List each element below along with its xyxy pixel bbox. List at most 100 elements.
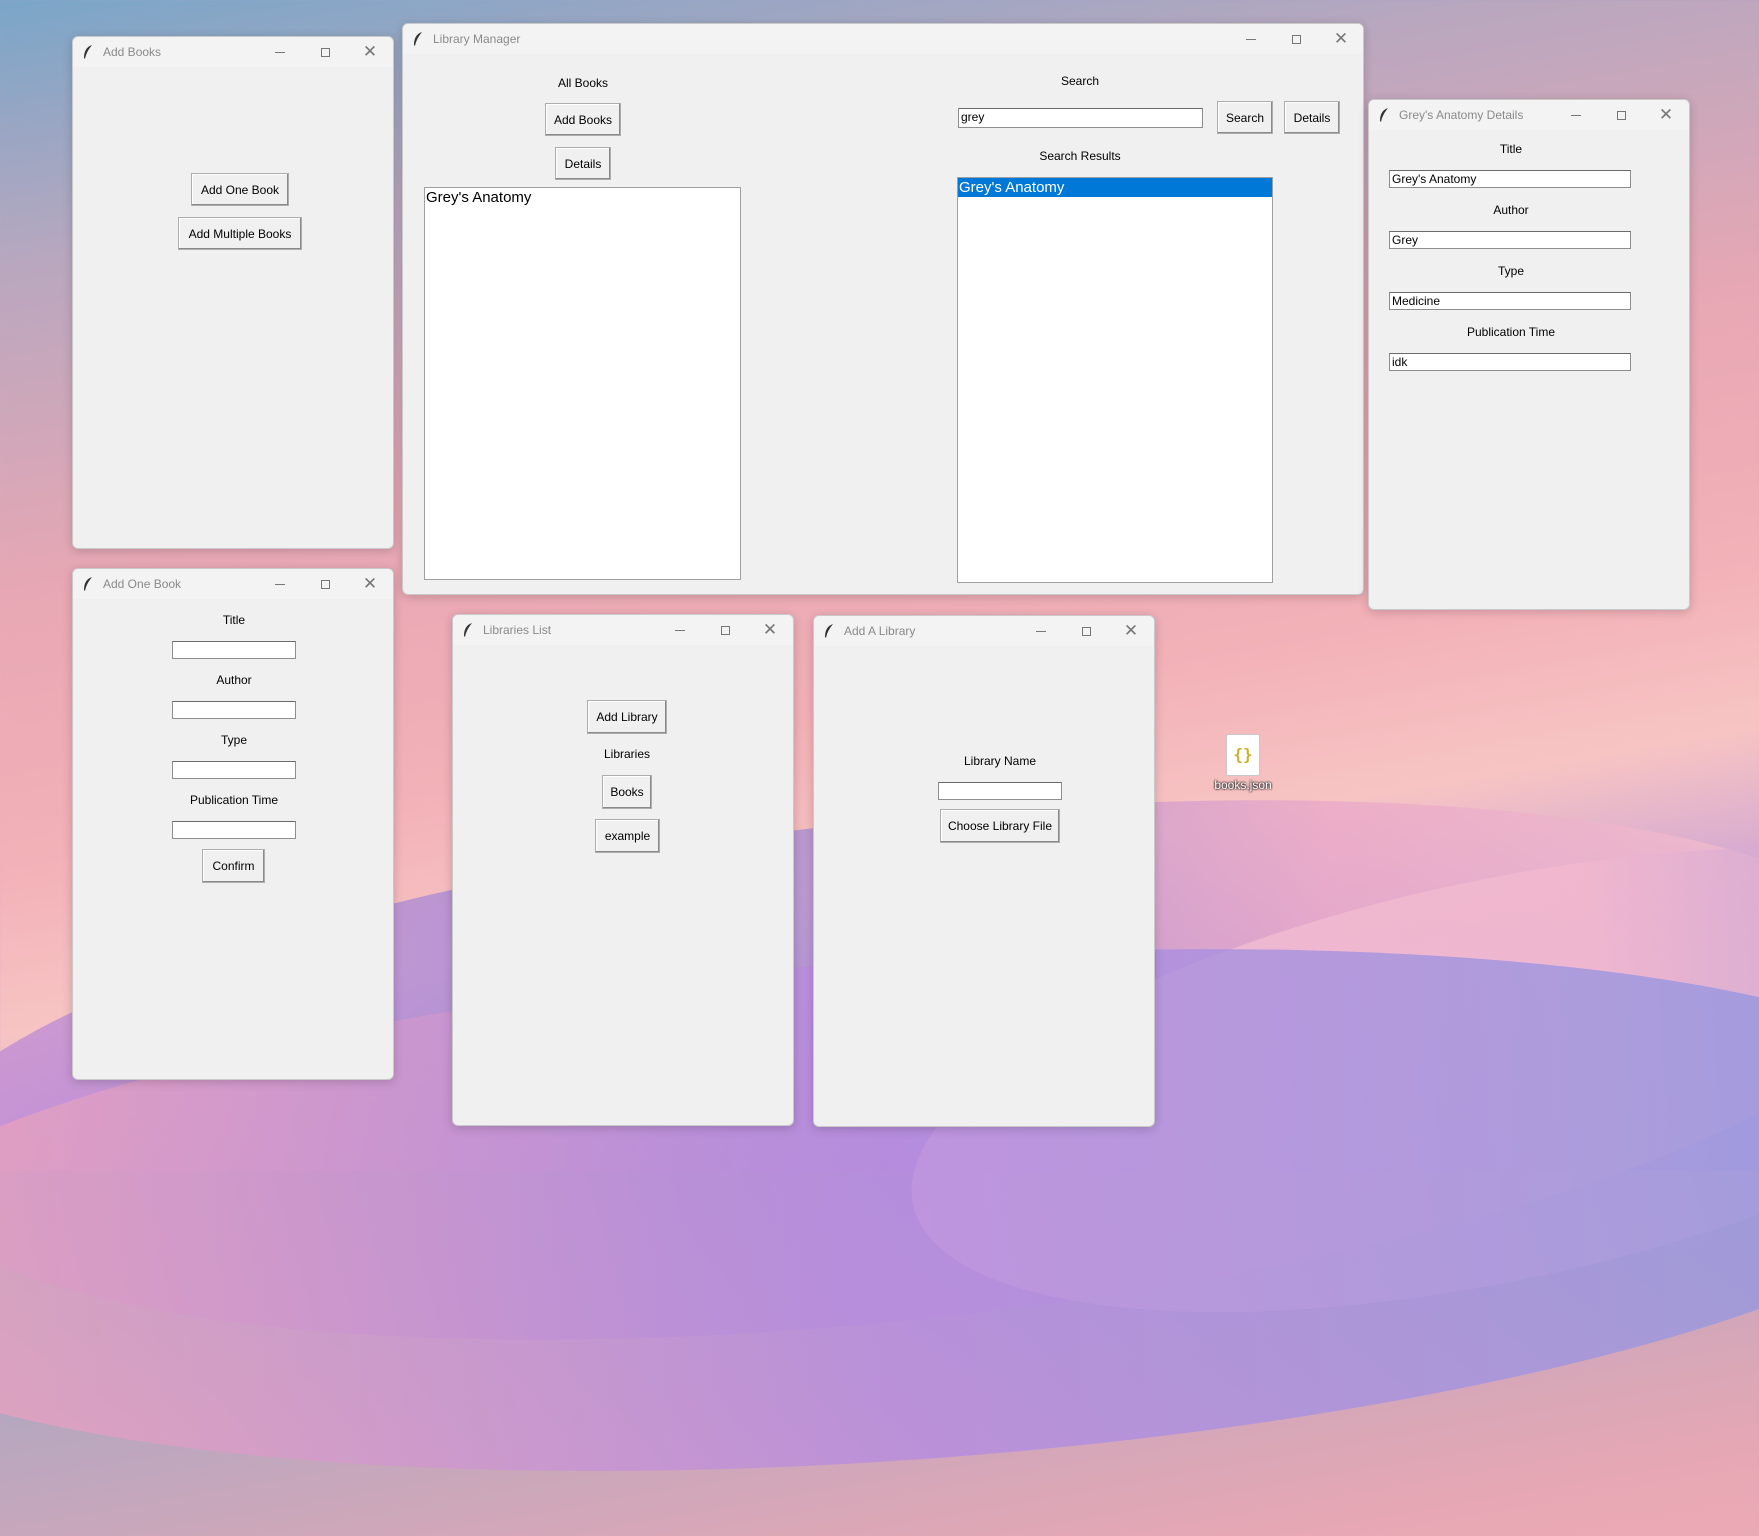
library-name-input[interactable] <box>938 782 1062 800</box>
minimize-button[interactable] <box>265 41 295 63</box>
libraries-label: Libraries <box>603 747 651 761</box>
close-icon: ✕ <box>362 41 378 62</box>
window-title: Library Manager <box>433 32 521 46</box>
minimize-icon <box>1571 114 1581 116</box>
minimize-icon <box>1246 38 1256 40</box>
window-title: Add One Book <box>103 577 182 591</box>
window-title: Grey's Anatomy Details <box>1399 108 1524 122</box>
maximize-icon <box>320 579 330 589</box>
title-bar[interactable]: Grey's Anatomy Details ✕ <box>1369 100 1689 130</box>
maximize-button[interactable] <box>1281 28 1311 50</box>
title-bar[interactable]: Library Manager ✕ <box>403 24 1363 54</box>
type-label: Type <box>1497 264 1525 278</box>
list-item[interactable]: Grey's Anatomy <box>425 188 740 207</box>
author-field[interactable]: Grey <box>1389 231 1631 249</box>
close-icon: ✕ <box>1123 620 1139 641</box>
maximize-icon <box>1081 626 1091 636</box>
minimize-button[interactable] <box>1236 28 1266 50</box>
json-braces-icon: {} <box>1233 745 1253 764</box>
author-label: Author <box>216 673 252 687</box>
add-one-book-button[interactable]: Add One Book <box>191 173 289 206</box>
maximize-icon <box>1616 110 1626 120</box>
library-books-button[interactable]: Books <box>602 775 652 809</box>
feather-icon <box>414 32 422 46</box>
title-label: Title <box>1499 142 1523 156</box>
maximize-icon <box>720 625 730 635</box>
type-label: Type <box>220 733 248 747</box>
minimize-button[interactable] <box>665 619 695 641</box>
maximize-button[interactable] <box>710 619 740 641</box>
confirm-button[interactable]: Confirm <box>202 849 265 883</box>
minimize-icon <box>275 583 285 585</box>
feather-icon <box>84 45 92 59</box>
add-library-window: Add A Library ✕ Library Name Choose Libr… <box>813 615 1155 1127</box>
search-input[interactable]: grey <box>958 108 1203 128</box>
feather-icon <box>825 624 833 638</box>
author-input[interactable] <box>172 701 296 719</box>
search-label: Search <box>1060 74 1100 88</box>
maximize-button[interactable] <box>1071 620 1101 642</box>
author-label: Author <box>1493 203 1529 217</box>
maximize-button[interactable] <box>1606 104 1636 126</box>
search-button[interactable]: Search <box>1217 101 1273 134</box>
minimize-button[interactable] <box>1561 104 1591 126</box>
close-button[interactable]: ✕ <box>355 41 385 63</box>
title-label: Title <box>222 613 246 627</box>
close-button[interactable]: ✕ <box>1326 28 1356 50</box>
close-icon: ✕ <box>1658 104 1674 125</box>
publication-time-input[interactable] <box>172 821 296 839</box>
title-bar[interactable]: Libraries List ✕ <box>453 615 793 645</box>
library-manager-window: Library Manager ✕ All Books Add Books De… <box>402 23 1364 595</box>
maximize-icon <box>1291 34 1301 44</box>
json-file-icon: {} <box>1226 734 1260 776</box>
all-books-label: All Books <box>557 76 609 90</box>
books-json-desktop-icon[interactable]: {} books.json <box>1204 732 1282 802</box>
book-details-window: Grey's Anatomy Details ✕ Title Grey's An… <box>1368 99 1690 610</box>
add-library-button[interactable]: Add Library <box>587 700 667 734</box>
publication-time-label: Publication Time <box>1466 325 1556 339</box>
library-example-button[interactable]: example <box>595 819 660 853</box>
maximize-icon <box>320 47 330 57</box>
title-bar[interactable]: Add A Library ✕ <box>814 616 1154 646</box>
feather-icon <box>1380 108 1388 122</box>
maximize-button[interactable] <box>310 573 340 595</box>
minimize-icon <box>675 629 685 631</box>
type-input[interactable] <box>172 761 296 779</box>
close-icon: ✕ <box>362 573 378 594</box>
title-bar[interactable]: Add Books ✕ <box>73 37 393 67</box>
title-input[interactable] <box>172 641 296 659</box>
list-item-selected[interactable]: Grey's Anatomy <box>958 178 1272 197</box>
publication-time-field[interactable]: idk <box>1389 353 1631 371</box>
close-button[interactable]: ✕ <box>355 573 385 595</box>
add-books-window: Add Books ✕ Add One Book Add Multiple Bo… <box>72 36 394 549</box>
feather-icon <box>84 577 92 591</box>
minimize-button[interactable] <box>1026 620 1056 642</box>
window-title: Add Books <box>103 45 162 59</box>
library-name-label: Library Name <box>963 754 1037 768</box>
close-icon: ✕ <box>762 619 778 640</box>
minimize-button[interactable] <box>265 573 295 595</box>
search-results-list[interactable]: Grey's Anatomy <box>957 177 1273 583</box>
search-results-label: Search Results <box>1039 149 1121 163</box>
close-button[interactable]: ✕ <box>1651 104 1681 126</box>
add-books-button[interactable]: Add Books <box>545 103 621 136</box>
maximize-button[interactable] <box>310 41 340 63</box>
add-multiple-books-button[interactable]: Add Multiple Books <box>178 217 302 250</box>
all-books-list[interactable]: Grey's Anatomy <box>424 187 741 580</box>
libraries-list-window: Libraries List ✕ Add Library Libraries B… <box>452 614 794 1126</box>
title-field[interactable]: Grey's Anatomy <box>1389 170 1631 188</box>
close-button[interactable]: ✕ <box>755 619 785 641</box>
title-bar[interactable]: Add One Book ✕ <box>73 569 393 599</box>
details-button[interactable]: Details <box>555 147 611 180</box>
type-field[interactable]: Medicine <box>1389 292 1631 310</box>
close-button[interactable]: ✕ <box>1116 620 1146 642</box>
minimize-icon <box>1036 630 1046 632</box>
window-title: Add A Library <box>844 624 916 638</box>
close-icon: ✕ <box>1333 28 1349 49</box>
add-one-book-window: Add One Book ✕ Title Author Type Publica… <box>72 568 394 1080</box>
desktop-icon-label: books.json <box>1214 778 1272 792</box>
window-title: Libraries List <box>483 623 552 637</box>
choose-library-file-button[interactable]: Choose Library File <box>940 809 1060 843</box>
minimize-icon <box>275 51 285 53</box>
search-details-button[interactable]: Details <box>1284 101 1340 134</box>
